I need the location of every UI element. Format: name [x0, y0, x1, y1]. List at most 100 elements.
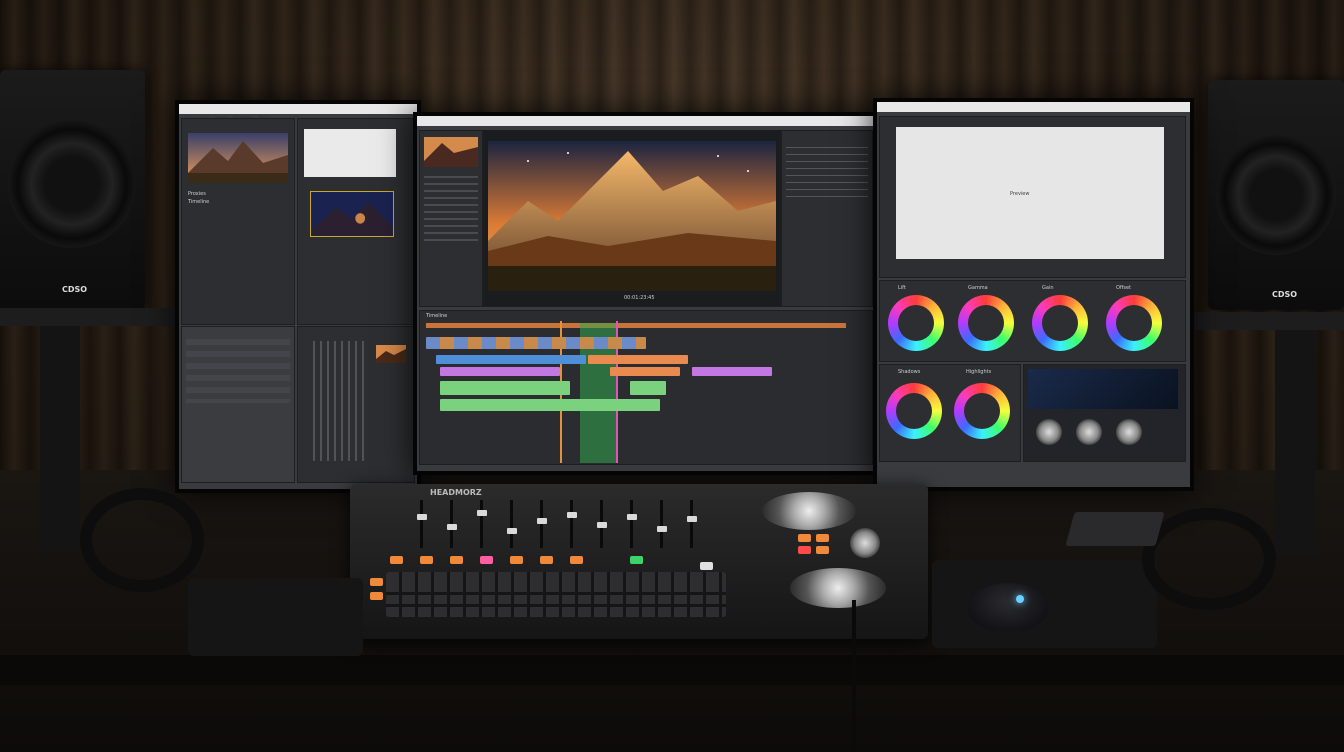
timeline-panel: Timeline — [419, 310, 873, 465]
pad-orange-1[interactable] — [390, 556, 403, 564]
shuttle-ring[interactable] — [790, 568, 886, 608]
center-monitor-screen: 00:01:23:45 Timeline — [417, 116, 877, 471]
fader-track-6 — [570, 500, 573, 548]
left-monitor-screen: FileEditViewWindowHelp Proxies Timeline — [179, 104, 417, 489]
mouse[interactable] — [968, 583, 1048, 631]
preview-blank-area: Preview — [896, 127, 1164, 259]
media-label-2: Timeline — [188, 199, 210, 205]
color-wheel-shadows[interactable] — [886, 383, 942, 439]
scope-display — [1028, 369, 1178, 409]
fader-5[interactable] — [537, 518, 547, 524]
color-wheels-panel: Lift Gamma Gain Offset — [879, 280, 1186, 362]
grade-knob-2[interactable] — [1076, 419, 1102, 445]
media-thumbnail-night[interactable] — [310, 191, 394, 237]
center-menu-bar — [417, 116, 877, 126]
fader-track-4 — [510, 500, 513, 548]
left-headphones — [80, 488, 204, 592]
color-wheel-gain[interactable] — [1032, 295, 1088, 351]
left-speaker: CDSO — [0, 70, 145, 310]
audio-waveform-green-2[interactable] — [630, 381, 666, 395]
fader-7[interactable] — [597, 522, 607, 528]
color-wheel-highlights[interactable] — [954, 383, 1010, 439]
transport-knob[interactable] — [850, 528, 880, 558]
audio-clip-orange-1[interactable] — [588, 355, 688, 364]
fader-track-8 — [630, 500, 633, 548]
wheel-label-highlights: Highlights — [966, 369, 992, 375]
fader-3[interactable] — [477, 510, 487, 516]
fader-6[interactable] — [567, 512, 577, 518]
left-desk-mat — [188, 578, 363, 656]
left-speaker-badge: CDSO — [62, 285, 88, 294]
right-monitor-screen: Preview Lift Gamma Gain Offset Shadows H… — [877, 102, 1190, 487]
center-monitor: 00:01:23:45 Timeline — [413, 112, 881, 475]
timeline-title: Timeline — [426, 313, 448, 319]
pad-orange-5[interactable] — [540, 556, 553, 564]
fader-10[interactable] — [687, 516, 697, 522]
program-viewer-panel: 00:01:23:45 — [483, 130, 781, 307]
video-clip-track-1[interactable] — [426, 337, 646, 349]
transport-orange-1[interactable] — [798, 534, 811, 542]
transport-orange-3[interactable] — [816, 546, 829, 554]
timeline-ruler[interactable] — [426, 323, 846, 328]
fader-1[interactable] — [417, 514, 427, 520]
side-key-orange-1[interactable] — [370, 578, 383, 586]
color-wheel-gamma[interactable] — [958, 295, 1014, 351]
grid-thumbnail[interactable] — [376, 345, 406, 363]
fader-8[interactable] — [627, 514, 637, 520]
media-pool-panel: Proxies Timeline — [181, 118, 295, 325]
fader-track-10 — [690, 500, 693, 548]
right-speaker-woofer — [1216, 135, 1336, 255]
wheel-label-shadows: Shadows — [898, 369, 921, 375]
fader-track-1 — [420, 500, 423, 548]
preview-caption: Preview — [1010, 191, 1030, 197]
pad-orange-2[interactable] — [420, 556, 433, 564]
grade-knob-3[interactable] — [1116, 419, 1142, 445]
fader-4[interactable] — [507, 528, 517, 534]
wheel-label-gamma: Gamma — [968, 285, 988, 291]
audio-waveform-green-1[interactable] — [440, 381, 570, 395]
audio-clip-purple-2[interactable] — [440, 367, 560, 376]
audio-clip-orange-2[interactable] — [610, 367, 680, 376]
jog-wheel[interactable] — [762, 492, 856, 530]
grid-panel — [297, 326, 415, 483]
pad-orange-4[interactable] — [510, 556, 523, 564]
grid-cells — [308, 341, 368, 461]
project-list-panel — [181, 326, 295, 483]
right-menu-bar — [877, 102, 1190, 112]
scope-panel — [1023, 364, 1186, 462]
editing-desk-scene: CDSO CDSO FileEditViewWindowHelp — [0, 0, 1344, 752]
pad-white[interactable] — [700, 562, 713, 570]
center-media-thumbnail[interactable] — [424, 137, 478, 167]
fader-9[interactable] — [657, 526, 667, 532]
fader-2[interactable] — [447, 524, 457, 530]
pad-orange-6[interactable] — [570, 556, 583, 564]
left-speaker-woofer — [8, 120, 136, 248]
right-speaker-shelf — [1180, 312, 1344, 330]
left-speaker-stand — [40, 310, 80, 550]
audio-waveform-green-3[interactable] — [440, 399, 660, 411]
inspector-panel — [781, 130, 873, 307]
mouse-led — [1016, 595, 1024, 603]
color-wheel-offset[interactable] — [1106, 295, 1162, 351]
pad-pink[interactable] — [480, 556, 493, 564]
audio-clip-blue-1[interactable] — [436, 355, 586, 364]
audio-clip-purple-1[interactable] — [692, 367, 772, 376]
keyboard-row-gap-2 — [386, 604, 726, 607]
center-media-panel — [419, 130, 483, 307]
right-speaker: CDSO — [1208, 80, 1344, 310]
transport-orange-2[interactable] — [816, 534, 829, 542]
viewer-mountain-image — [488, 141, 776, 291]
transport-record[interactable] — [798, 546, 811, 554]
controller-cable — [852, 600, 856, 752]
right-headphones — [1142, 508, 1276, 610]
audio-interface — [1065, 512, 1165, 546]
pad-green[interactable] — [630, 556, 643, 564]
secondary-wheels-panel: Shadows Highlights — [879, 364, 1021, 462]
grade-knob-1[interactable] — [1036, 419, 1062, 445]
media-thumbnail-mountain[interactable] — [188, 133, 288, 183]
side-key-orange-2[interactable] — [370, 592, 383, 600]
color-wheel-lift[interactable] — [888, 295, 944, 351]
fader-track-3 — [480, 500, 483, 548]
keyboard-row-gap-1 — [386, 592, 726, 595]
pad-orange-3[interactable] — [450, 556, 463, 564]
